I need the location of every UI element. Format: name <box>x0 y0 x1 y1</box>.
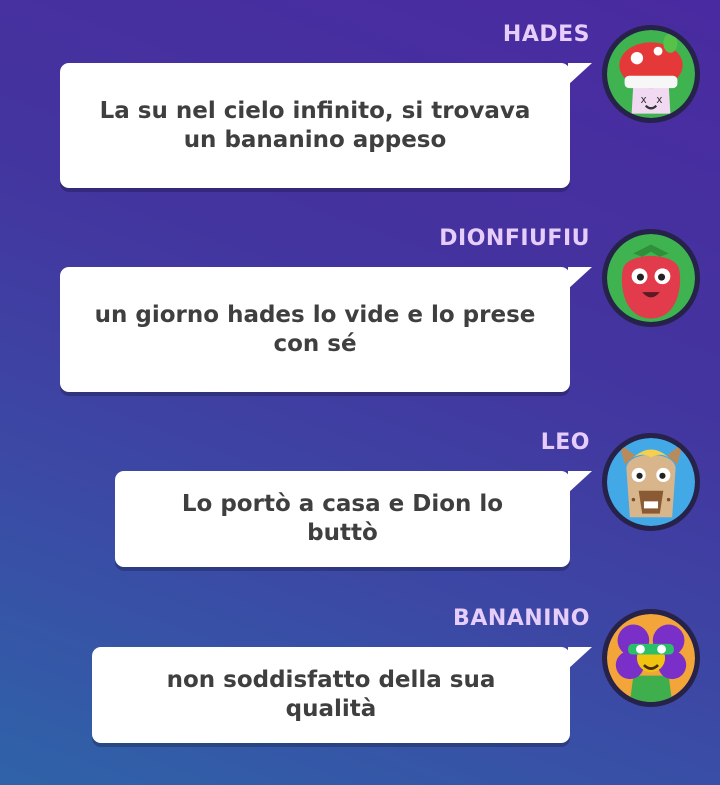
player-name: BANANINO <box>453 606 590 631</box>
message-bubble: non soddisfatto della sua qualità <box>92 647 592 743</box>
player-name: DIONFIUFIU <box>439 226 590 251</box>
player-name: LEO <box>540 430 590 455</box>
svg-text:x: x <box>656 94 662 106</box>
strawberry-avatar-icon <box>602 229 700 327</box>
svg-text:x: x <box>640 94 646 106</box>
message-bubble: un giorno hades lo vide e lo prese con s… <box>60 267 592 392</box>
flower-avatar-icon <box>602 609 700 707</box>
message-bubble: La su nel cielo infinito, si trovava un … <box>60 63 592 188</box>
llama-avatar-icon <box>602 433 700 531</box>
message-bubble: Lo portò a casa e Dion lo buttò <box>115 471 592 567</box>
player-name: HADES <box>502 22 590 47</box>
mushroom-avatar-icon: x x <box>602 25 700 123</box>
